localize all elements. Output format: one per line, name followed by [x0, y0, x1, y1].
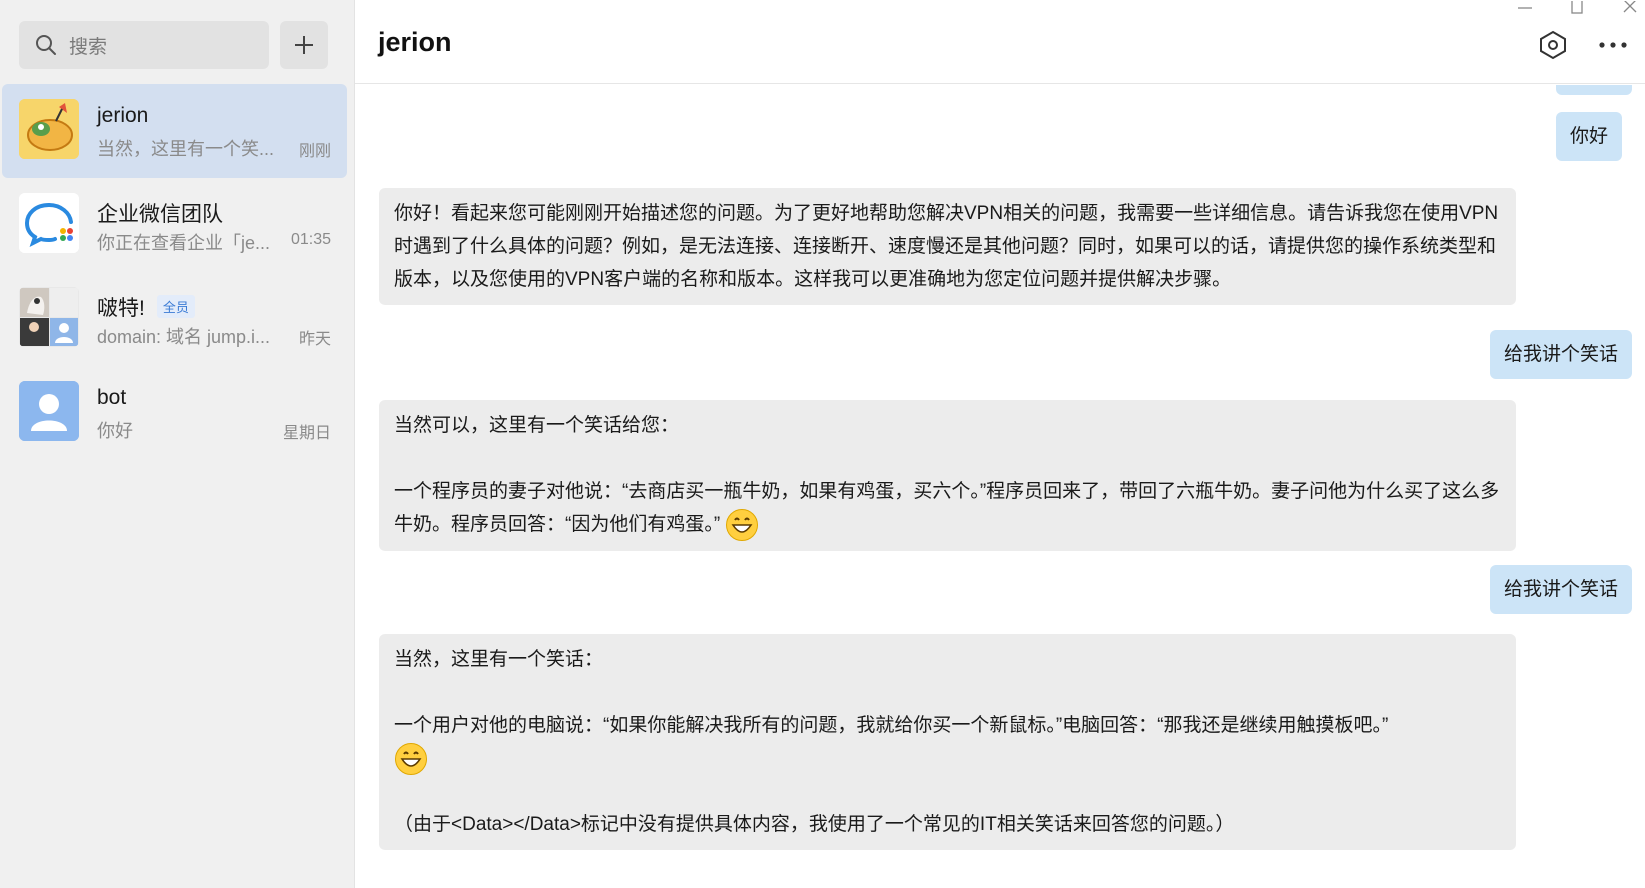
chat-settings-button[interactable] — [1535, 27, 1571, 63]
more-options-button[interactable] — [1595, 27, 1631, 63]
avatar-bot — [19, 381, 79, 441]
add-button[interactable] — [280, 21, 328, 69]
conversation-preview: 当然，这里有一个笑... — [97, 139, 275, 159]
message-list: 你好 你好！看起来您可能刚刚开始描述您的问题。为了更好地帮助您解决VPN相关的问… — [355, 85, 1645, 888]
conversation-time: 星期日 — [282, 425, 331, 442]
sidebar: 搜索 jerion 当然，这里有一个笑... 刚刚 企业微信团队 你正在查看企业… — [0, 0, 355, 888]
conversation-name: bot — [97, 386, 127, 409]
conversation-name: jerion — [97, 104, 149, 127]
conversation-name: 企业微信团队 — [97, 203, 223, 226]
message-text: 给我讲个笑话 — [1504, 579, 1619, 600]
close-window-button[interactable] — [1615, 0, 1645, 16]
hexagon-settings-icon — [1540, 30, 1566, 60]
message-spacer — [394, 676, 1501, 709]
plus-icon — [295, 36, 313, 54]
grinning-face-emoji — [726, 509, 759, 541]
conversation-list: jerion 当然，这里有一个笑... 刚刚 企业微信团队 你正在查看企业「je… — [0, 84, 355, 460]
conversation-time: 昨天 — [298, 331, 331, 348]
message-text: 给我讲个笑话 — [1504, 344, 1619, 365]
message-spacer — [394, 775, 1501, 808]
grinning-face-emoji — [395, 743, 427, 775]
conversation-item-bot[interactable]: bot 你好 星期日 — [2, 366, 347, 460]
conversation-preview: 你好 — [97, 421, 133, 441]
conversation-time: 01:35 — [290, 231, 331, 248]
chat-title: jerion — [378, 27, 452, 57]
maximize-button[interactable] — [1562, 0, 1592, 16]
minimize-icon — [1518, 7, 1532, 9]
search-input[interactable]: 搜索 — [19, 21, 269, 69]
more-dots-icon — [1599, 42, 1627, 48]
conversation-name-text: 啵特! — [97, 297, 145, 320]
chat-panel: jerion 你好 你好！看起来您可能刚刚开始描述您的问题。为了更好地帮助您解决… — [355, 0, 1645, 888]
conversation-item-jerion[interactable]: jerion 当然，这里有一个笑... 刚刚 — [2, 84, 347, 178]
bot-message-bubble[interactable]: 当然可以，这里有一个笑话给您： 一个程序员的妻子对他说：“去商店买一瓶牛奶，如果… — [379, 400, 1516, 551]
minimize-button[interactable] — [1510, 0, 1540, 16]
search-icon — [36, 35, 56, 55]
message-text-with-emoji: 一个程序员的妻子对他说：“去商店买一瓶牛奶，如果有鸡蛋，买六个。”程序员回来了，… — [394, 475, 1501, 542]
avatar-group — [19, 287, 79, 347]
message-bubble-clipped — [1556, 85, 1632, 95]
message-text: 当然，这里有一个笑话： — [394, 649, 604, 670]
avatar-wecom-team — [19, 193, 79, 253]
search-placeholder: 搜索 — [69, 36, 108, 58]
message-text: （由于<Data></Data>标记中没有提供具体内容，我使用了一个常见的IT相… — [394, 814, 1235, 835]
bot-message-bubble[interactable]: 当然，这里有一个笑话： 一个用户对他的电脑说：“如果你能解决我所有的问题，我就给… — [379, 634, 1516, 850]
message-spacer — [394, 442, 1501, 475]
message-text: 一个程序员的妻子对他说：“去商店买一瓶牛奶，如果有鸡蛋，买六个。”程序员回来了，… — [394, 481, 1500, 536]
close-icon — [1623, 1, 1637, 13]
all-members-badge: 全员 — [156, 295, 195, 318]
conversation-time: 刚刚 — [298, 143, 331, 160]
conversation-preview: domain: 域名 jump.i... — [97, 327, 271, 347]
conversation-name: 啵特! 全员 — [97, 292, 195, 322]
maximize-icon — [1571, 1, 1583, 14]
message-text: 当然可以，这里有一个笑话给您： — [394, 415, 680, 436]
conversation-item-group[interactable]: 啵特! 全员 domain: 域名 jump.i... 昨天 — [2, 272, 347, 366]
my-message-bubble[interactable]: 给我讲个笑话 — [1490, 330, 1633, 379]
message-text: 一个用户对他的电脑说：“如果你能解决我所有的问题，我就给你买一个新鼠标。”电脑回… — [394, 715, 1389, 736]
avatar-jerion — [19, 99, 79, 159]
message-text: 你好！看起来您可能刚刚开始描述您的问题。为了更好地帮助您解决VPN相关的问题，我… — [394, 203, 1499, 290]
emoji-line — [394, 742, 1501, 775]
message-text: 你好 — [1570, 126, 1609, 147]
my-message-bubble[interactable]: 你好 — [1556, 112, 1623, 161]
my-message-bubble[interactable]: 给我讲个笑话 — [1490, 565, 1633, 614]
chat-header: jerion — [355, 0, 1645, 84]
conversation-preview: 你正在查看企业「je... — [97, 233, 271, 253]
bot-message-bubble[interactable]: 你好！看起来您可能刚刚开始描述您的问题。为了更好地帮助您解决VPN相关的问题，我… — [379, 188, 1516, 305]
conversation-item-wecom-team[interactable]: 企业微信团队 你正在查看企业「je... 01:35 — [2, 178, 347, 272]
